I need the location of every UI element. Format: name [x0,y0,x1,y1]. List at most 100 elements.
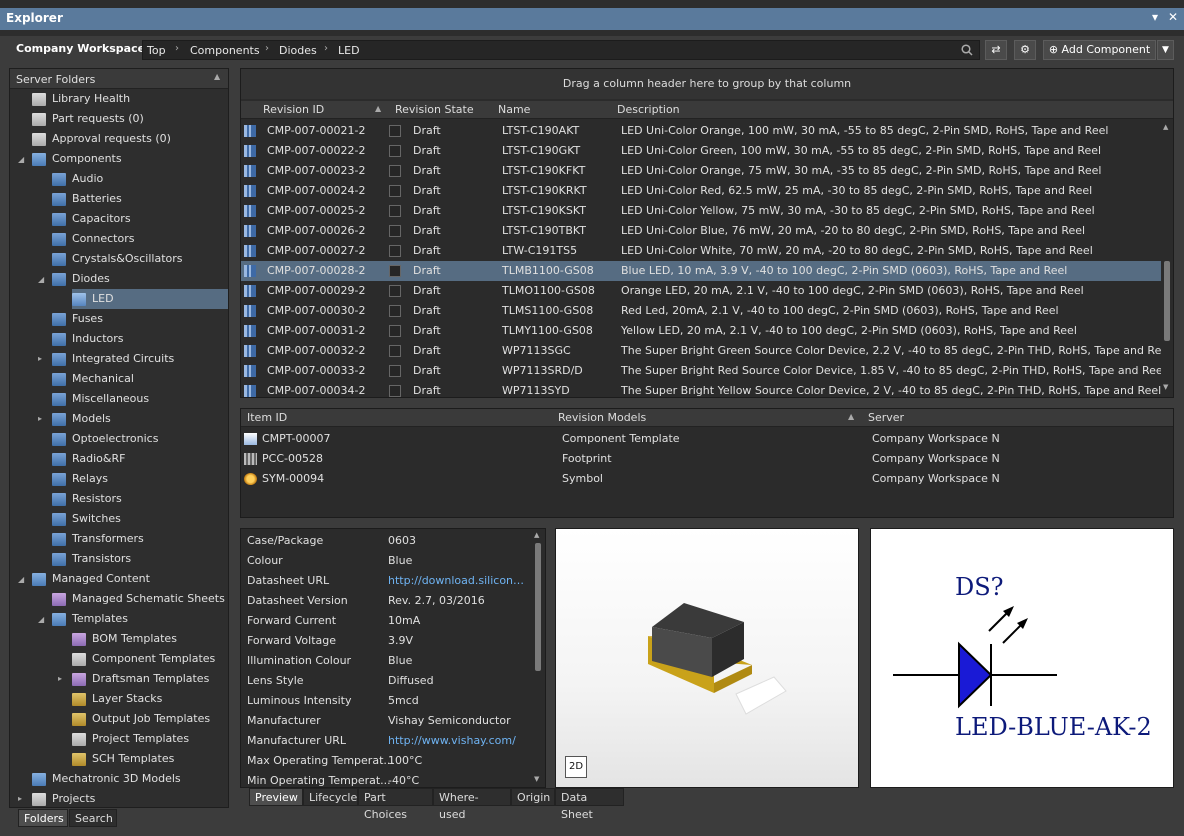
revision-checkbox[interactable] [389,245,401,257]
revision-checkbox[interactable] [389,145,401,157]
tree-item-transistors[interactable]: Transistors [52,549,131,569]
tab-where-used[interactable]: Where-used [433,788,511,821]
tree-item-part-requests[interactable]: Part requests (0) [32,109,144,129]
breadcrumb-diodes[interactable]: Diodes [279,44,317,57]
tree-item-led[interactable]: LED [72,289,228,309]
tree-item-relays[interactable]: Relays [52,469,108,489]
parameters-scrollbar[interactable]: ▲ ▼ [533,531,543,785]
expand-arrow-icon[interactable]: ▸ [38,414,42,423]
column-name[interactable]: Name [498,103,530,116]
revision-checkbox[interactable] [389,305,401,317]
tree-item-components[interactable]: Components [32,149,122,169]
tree-item-radio-rf[interactable]: Radio&RF [52,449,125,469]
chevron-down-icon[interactable]: ▾ [1152,10,1158,24]
tab-part-choices[interactable]: Part Choices [358,788,433,821]
tree-item-switches[interactable]: Switches [52,509,121,529]
tree-item-crystals-oscillators[interactable]: Crystals&Oscillators [52,249,183,269]
tab-origin[interactable]: Origin [511,788,555,806]
grid-scrollbar[interactable]: ▲ ▼ [1162,121,1172,393]
scrollbar-thumb[interactable] [1164,261,1170,341]
tree-item-transformers[interactable]: Transformers [52,529,144,549]
add-component-dropdown[interactable]: ▼ [1157,40,1174,60]
tree-item-resistors[interactable]: Resistors [52,489,122,509]
revision-checkbox[interactable] [389,325,401,337]
refresh-button[interactable]: ⇄ [985,40,1007,60]
toggle-2d-button[interactable]: 2D [565,756,587,778]
tree-item-mechanical[interactable]: Mechanical [52,369,134,389]
breadcrumb-components[interactable]: Components [190,44,260,57]
tree-item-project-templates[interactable]: Project Templates [72,729,189,749]
tree-item-optoelectronics[interactable]: Optoelectronics [52,429,158,449]
revision-checkbox[interactable] [389,285,401,297]
table-row[interactable]: CMP-007-00022-2 Draft LTST-C190GKT LED Uni-… [241,141,1161,161]
revision-checkbox[interactable] [389,365,401,377]
tab-folders[interactable]: Folders [18,809,68,827]
column-revision-id[interactable]: Revision ID [263,103,324,116]
table-row[interactable]: CMP-007-00023-2 Draft LTST-C190KFKT LED Uni… [241,161,1161,181]
tab-lifecycle[interactable]: Lifecycle [303,788,358,806]
tree-item-sch-templates[interactable]: SCH Templates [72,749,174,769]
expand-arrow-icon[interactable]: ▸ [38,354,42,363]
tree-item-audio[interactable]: Audio [52,169,103,189]
tree-item-component-templates[interactable]: Component Templates [72,649,215,669]
revision-checkbox[interactable] [389,185,401,197]
revision-checkbox[interactable] [389,385,401,397]
3d-preview[interactable]: 2D [555,528,859,788]
tree-item-fuses[interactable]: Fuses [52,309,103,329]
expand-arrow-icon[interactable]: ◢ [18,155,24,164]
table-row[interactable]: CMP-007-00030-2 Draft TLMS1100-GS08 Red Led… [241,301,1161,321]
tree-item-capacitors[interactable]: Capacitors [52,209,131,229]
tab-data-sheet[interactable]: Data Sheet [555,788,624,821]
revision-checkbox[interactable] [389,165,401,177]
scrollbar-thumb[interactable] [535,543,541,671]
tree-item-mechatronic-3d-models[interactable]: Mechatronic 3D Models [32,769,181,789]
tree-item-approval-requests[interactable]: Approval requests (0) [32,129,171,149]
collapse-icon[interactable]: ▲ [214,72,220,81]
tree-item-draftsman-templates[interactable]: Draftsman Templates [72,669,209,689]
tree-item-output-job-templates[interactable]: Output Job Templates [72,709,210,729]
close-icon[interactable]: ✕ [1168,10,1178,24]
table-row[interactable]: CMP-007-00034-2 Draft WP7113SYD The Super B… [241,381,1161,397]
scroll-up-icon[interactable]: ▲ [1163,123,1168,131]
breadcrumb-led[interactable]: LED [338,44,360,57]
scroll-up-icon[interactable]: ▲ [534,531,539,539]
schematic-symbol-preview[interactable]: DS? LED-BLUE-AK-2 [870,528,1174,788]
column-description[interactable]: Description [617,103,680,116]
parameter-link[interactable]: http://download.silicone... [388,571,528,591]
tree-item-connectors[interactable]: Connectors [52,229,134,249]
expand-arrow-icon[interactable]: ◢ [38,615,44,624]
tree-item-bom-templates[interactable]: BOM Templates [72,629,177,649]
parameter-link[interactable]: http://www.vishay.com/ [388,731,528,751]
expand-arrow-icon[interactable]: ▸ [18,794,22,803]
breadcrumb-top[interactable]: Top [147,44,166,57]
tree-item-managed-content[interactable]: Managed Content [32,569,150,589]
table-row[interactable]: CMP-007-00033-2 Draft WP7113SRD/D The Super… [241,361,1161,381]
search-icon[interactable] [961,44,973,56]
table-row[interactable]: CMP-007-00028-2 Draft TLMB1100-GS08 Blue LE… [241,261,1161,281]
column-revision-models[interactable]: Revision Models [558,411,646,424]
revision-checkbox[interactable] [389,265,401,277]
tree-item-managed-schematic-sheets[interactable]: Managed Schematic Sheets [52,589,225,609]
settings-button[interactable]: ⚙ [1014,40,1036,60]
column-server[interactable]: Server [868,411,904,424]
tab-preview[interactable]: Preview [249,788,303,806]
revision-checkbox[interactable] [389,205,401,217]
table-row[interactable]: CMP-007-00031-2 Draft TLMY1100-GS08 Yellow … [241,321,1161,341]
revision-checkbox[interactable] [389,225,401,237]
workspace-selector[interactable]: Company Workspace ▾ [16,42,153,55]
model-row[interactable]: PCC-00528 Footprint Company Workspace N [241,449,1173,469]
scroll-down-icon[interactable]: ▼ [534,775,539,783]
tree-item-library-health[interactable]: Library Health [32,89,130,109]
tree-item-projects[interactable]: Projects [32,789,95,809]
tree-item-inductors[interactable]: Inductors [52,329,124,349]
column-item-id[interactable]: Item ID [247,411,287,424]
expand-arrow-icon[interactable]: ◢ [38,275,44,284]
revision-checkbox[interactable] [389,125,401,137]
table-row[interactable]: CMP-007-00026-2 Draft LTST-C190TBKT LED Uni… [241,221,1161,241]
table-row[interactable]: CMP-007-00032-2 Draft WP7113SGC The Super B… [241,341,1161,361]
table-row[interactable]: CMP-007-00021-2 Draft LTST-C190AKT LED Uni-… [241,121,1161,141]
expand-arrow-icon[interactable]: ◢ [18,575,24,584]
tree-item-miscellaneous[interactable]: Miscellaneous [52,389,149,409]
tree-item-templates[interactable]: Templates [52,609,128,629]
scroll-down-icon[interactable]: ▼ [1163,383,1168,391]
